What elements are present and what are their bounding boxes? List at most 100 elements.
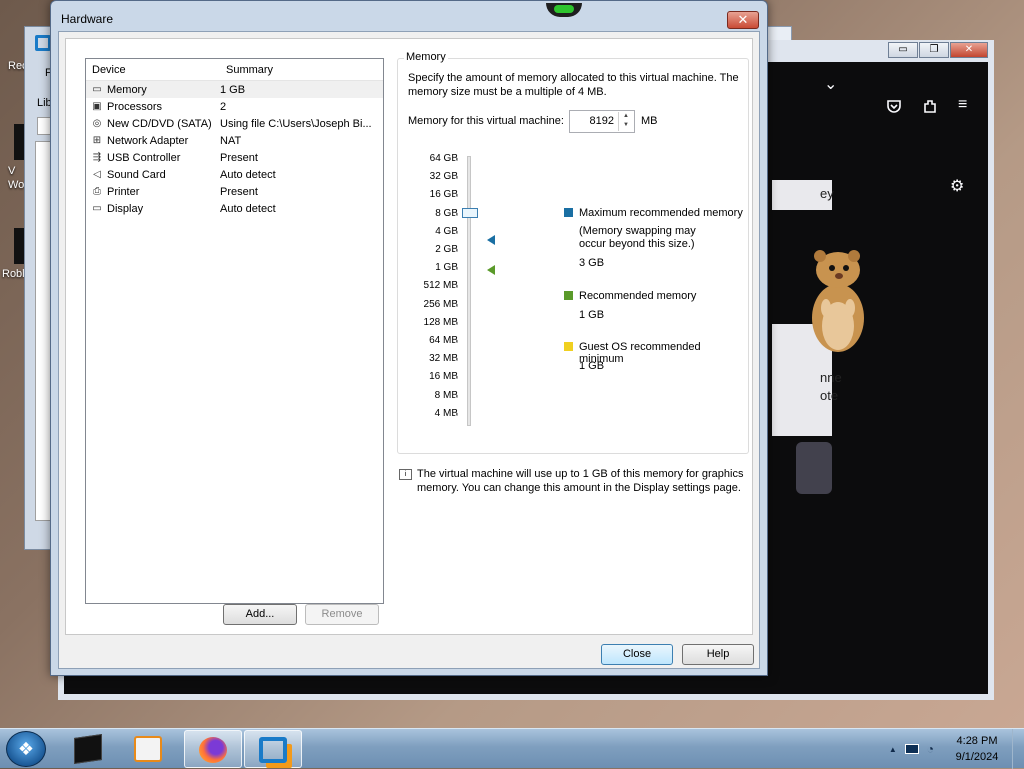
memory-scale-label: 4 GB xyxy=(435,225,458,237)
sound-card-icon: ◁ xyxy=(93,168,101,180)
content-card[interactable] xyxy=(796,442,832,494)
legend-max-note: (Memory swapping may occur beyond this s… xyxy=(579,225,696,250)
spin-down-icon[interactable]: ▼ xyxy=(619,121,633,130)
device-row-usb-controller[interactable]: ⇶ USB Controller Present xyxy=(86,149,383,166)
device-row-memory[interactable]: ▭ Memory 1 GB xyxy=(86,81,383,98)
memory-slider-track[interactable] xyxy=(467,156,471,426)
restore-button[interactable]: ❐ xyxy=(919,42,949,58)
memory-description: Specify the amount of memory allocated t… xyxy=(408,72,739,98)
memory-scale-tick xyxy=(455,196,458,198)
usb-icon: ⇶ xyxy=(92,151,102,163)
processor-icon: ▣ xyxy=(92,100,102,112)
taskbar-app-firefox[interactable] xyxy=(184,730,242,768)
add-button[interactable]: Add... xyxy=(223,604,297,625)
windows-logo-icon: ❖ xyxy=(17,739,35,759)
taskbar-app-media-player[interactable] xyxy=(120,730,178,768)
device-name: New CD/DVD (SATA) xyxy=(107,117,212,130)
device-name: Printer xyxy=(107,185,140,198)
menu-icon[interactable]: ≡ xyxy=(958,96,967,114)
memory-scale-label: 128 MB xyxy=(423,316,458,328)
display-icon: ▭ xyxy=(92,202,102,214)
device-row-processors[interactable]: ▣ Processors 2 xyxy=(86,98,383,115)
column-header-device[interactable]: Device xyxy=(86,64,220,76)
close-button[interactable]: ✕ xyxy=(950,42,988,58)
device-summary: 1 GB xyxy=(220,83,246,96)
device-name: Sound Card xyxy=(107,168,166,181)
memory-slider-thumb[interactable] xyxy=(462,208,478,218)
memory-scale-label: 8 MB xyxy=(434,389,458,401)
show-hidden-icons-button[interactable]: ▲ xyxy=(889,745,897,754)
taskbar: ❖ ▲ ◔ 4:28 PM 9/1/2024 xyxy=(0,728,1024,769)
device-row-display[interactable]: ▭ Display Auto detect xyxy=(86,200,383,217)
printer-icon: ⎙ xyxy=(93,185,101,197)
memory-field-label: Memory for this virtual machine: xyxy=(408,115,564,127)
settings-icon[interactable]: ⚙ xyxy=(950,176,964,196)
media-player-icon xyxy=(134,736,162,762)
memory-unit: MB xyxy=(641,115,658,127)
show-desktop-button[interactable] xyxy=(1012,729,1024,769)
hamster-pet-image xyxy=(812,250,864,352)
remove-button[interactable]: Remove xyxy=(305,604,379,625)
memory-input[interactable]: 8192 ▲ ▼ xyxy=(569,110,635,133)
cd-dvd-icon: ◎ xyxy=(92,117,102,129)
close-dialog-button[interactable]: Close xyxy=(601,644,673,665)
memory-spinner[interactable]: ▲ ▼ xyxy=(618,112,633,131)
device-list[interactable]: Device Summary ▭ Memory 1 GB ▣ Processors … xyxy=(85,58,384,604)
memory-scale: 64 GB 32 GB 16 GB 8 GB 4 GB 2 GB 1 GB 512 MB 256… xyxy=(398,153,458,433)
memory-scale-tick xyxy=(455,251,458,252)
dialog-body: Device Summary ▭ Memory 1 GB ▣ Processors … xyxy=(58,31,760,669)
memory-scale-label: 32 MB xyxy=(429,353,458,365)
extensions-icon[interactable] xyxy=(922,98,938,119)
minimize-button[interactable]: ▭ xyxy=(888,42,918,58)
vmware-icon xyxy=(259,737,287,763)
memory-scale-label: 4 MB xyxy=(434,407,458,419)
network-adapter-icon: ⊞ xyxy=(92,134,102,146)
memory-scale-tick xyxy=(455,305,458,307)
legend-max-value: 3 GB xyxy=(579,257,605,269)
settings-frame: Device Summary ▭ Memory 1 GB ▣ Processors … xyxy=(65,38,753,635)
memory-scale-label: 32 GB xyxy=(429,171,458,183)
pocket-icon[interactable] xyxy=(886,98,902,119)
device-row-sound-card[interactable]: ◁ Sound Card Auto detect xyxy=(86,166,383,183)
max-color-swatch xyxy=(564,208,573,217)
network-icon[interactable]: ◔ xyxy=(927,742,934,756)
device-row-printer[interactable]: ⎙ Printer Present xyxy=(86,183,383,200)
memory-input-value: 8192 xyxy=(589,115,614,127)
hardware-dialog[interactable]: Hardware ✕ Device Summary ▭ Memory 1 GB ▣… xyxy=(50,0,768,676)
device-row-network-adapter[interactable]: ⊞ Network Adapter NAT xyxy=(86,132,383,149)
chevron-down-icon[interactable]: ⌄ xyxy=(824,74,837,94)
system-tray: ▲ ◔ 4:28 PM 9/1/2024 xyxy=(889,729,1024,769)
device-row-cd-dvd[interactable]: ◎ New CD/DVD (SATA) Using file C:\Users\J… xyxy=(86,115,383,132)
start-button[interactable]: ❖ xyxy=(6,731,46,767)
legend-guest-value: 1 GB xyxy=(579,360,605,372)
dialog-close-button[interactable]: ✕ xyxy=(727,11,759,29)
memory-scale-label: 16 GB xyxy=(429,189,458,201)
clock-time: 4:28 PM xyxy=(956,735,998,747)
device-name: Processors xyxy=(107,100,163,113)
recommended-marker-icon xyxy=(487,265,495,275)
memory-scale-tick xyxy=(455,214,458,216)
memory-group-title: Memory xyxy=(404,51,448,63)
memory-scale-label: 64 MB xyxy=(429,335,458,346)
memory-scale-tick xyxy=(455,360,458,362)
partial-text: nne xyxy=(820,370,842,385)
vmware-app-icon xyxy=(35,35,51,51)
memory-scale-tick xyxy=(455,396,458,398)
action-center-icon[interactable] xyxy=(904,744,919,754)
taskbar-app-terminal[interactable] xyxy=(60,730,118,768)
help-button[interactable]: Help xyxy=(682,644,754,665)
dialog-title: Hardware xyxy=(61,12,114,26)
device-summary: Using file C:\Users\Joseph Bi... xyxy=(220,117,372,130)
clock[interactable]: 4:28 PM 9/1/2024 xyxy=(942,733,1012,765)
device-summary: Present xyxy=(220,185,258,198)
memory-scale-tick xyxy=(455,232,458,234)
spin-up-icon[interactable]: ▲ xyxy=(619,112,633,121)
taskbar-app-vmware[interactable] xyxy=(244,730,302,768)
memory-scale-tick xyxy=(455,287,458,289)
partial-text: ote xyxy=(820,388,839,403)
column-header-summary[interactable]: Summary xyxy=(220,64,383,76)
legend-rec-value: 1 GB xyxy=(579,309,605,321)
memory-scale-label: 1 GB xyxy=(435,262,458,274)
memory-scale-label: 8 GB xyxy=(435,207,458,219)
device-list-header: Device Summary xyxy=(86,59,383,81)
